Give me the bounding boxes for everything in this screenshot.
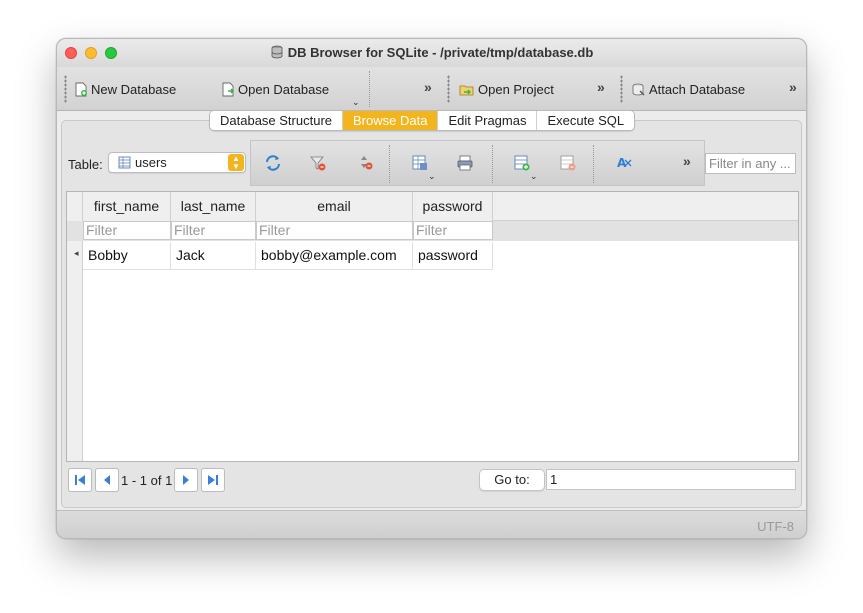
- last-page-button[interactable]: [201, 468, 225, 492]
- status-bar: UTF-8: [57, 510, 806, 538]
- attach-database-button[interactable]: Attach Database: [631, 80, 745, 98]
- toolbar-separator: [593, 145, 594, 183]
- selected-table-value: users: [135, 155, 167, 170]
- attach-database-label: Attach Database: [649, 82, 745, 97]
- toolbar-overflow-2[interactable]: »: [597, 79, 602, 95]
- toolbar-overflow-1[interactable]: »: [424, 79, 429, 95]
- main-toolbar: New Database Open Database ⌄ » Open Proj…: [57, 67, 806, 111]
- first-page-button[interactable]: [68, 468, 92, 492]
- previous-page-button[interactable]: [95, 468, 119, 492]
- svg-text:A: A: [617, 156, 627, 170]
- tab-database-structure[interactable]: Database Structure: [210, 111, 343, 130]
- insert-record-icon[interactable]: [513, 154, 531, 172]
- last-page-icon: [207, 474, 219, 486]
- current-row-indicator: ◂: [74, 248, 79, 259]
- filter-in-any-column-input[interactable]: Filter in any ...: [705, 153, 796, 174]
- clear-filters-icon[interactable]: [309, 154, 327, 172]
- toolbar-grip[interactable]: [447, 75, 450, 103]
- open-database-icon: [221, 82, 235, 97]
- column-filter-input[interactable]: Filter: [171, 221, 256, 240]
- column-header[interactable]: email: [256, 192, 413, 221]
- window-title-text: DB Browser for SQLite - /private/tmp/dat…: [288, 45, 594, 60]
- select-arrows-icon: ▲▼: [228, 154, 244, 171]
- title-bar: DB Browser for SQLite - /private/tmp/dat…: [57, 39, 806, 67]
- browse-toolbar: ⌄ ⌄ A »: [250, 140, 705, 186]
- table-label: Table:: [68, 157, 103, 172]
- clear-sort-icon[interactable]: [357, 154, 375, 172]
- table-cell[interactable]: Jack: [171, 242, 256, 270]
- open-database-dropdown[interactable]: ⌄: [352, 97, 360, 108]
- toolbar-grip[interactable]: [620, 75, 623, 103]
- insert-record-dropdown[interactable]: ⌄: [530, 171, 538, 182]
- open-project-label: Open Project: [478, 82, 554, 97]
- page-range-text: 1 - 1 of 1: [121, 473, 172, 488]
- toolbar-separator: [492, 145, 493, 183]
- column-header-row: first_name last_name email password: [83, 192, 493, 221]
- find-replace-icon[interactable]: A: [615, 154, 633, 172]
- table-row[interactable]: Bobby Jack bobby@example.com password: [83, 242, 493, 270]
- column-header[interactable]: last_name: [171, 192, 256, 221]
- new-database-icon: [74, 82, 88, 97]
- new-database-label: New Database: [91, 82, 176, 97]
- table-select[interactable]: users ▲▼: [108, 152, 246, 173]
- go-to-button[interactable]: Go to:: [479, 469, 545, 491]
- table-cell[interactable]: Bobby: [83, 242, 171, 270]
- attach-database-icon: [631, 82, 646, 97]
- open-database-button[interactable]: Open Database: [221, 80, 329, 98]
- tab-execute-sql[interactable]: Execute SQL: [537, 111, 634, 130]
- print-icon[interactable]: [456, 154, 474, 172]
- toolbar-separator: [369, 71, 370, 107]
- column-filter-input[interactable]: Filter: [83, 221, 171, 240]
- toolbar-grip[interactable]: [64, 75, 67, 103]
- encoding-status: UTF-8: [757, 519, 794, 534]
- toolbar-separator: [389, 145, 390, 183]
- go-to-input[interactable]: 1: [546, 469, 796, 490]
- tab-edit-pragmas[interactable]: Edit Pragmas: [438, 111, 537, 130]
- toolbar-overflow-3[interactable]: »: [789, 79, 794, 95]
- next-page-icon: [180, 474, 192, 486]
- column-header[interactable]: password: [413, 192, 493, 221]
- table-icon: [118, 156, 131, 169]
- column-filter-input[interactable]: Filter: [413, 221, 493, 240]
- previous-page-icon: [101, 474, 113, 486]
- window-title: DB Browser for SQLite - /private/tmp/dat…: [57, 45, 806, 60]
- save-table-icon[interactable]: [411, 154, 429, 172]
- open-project-button[interactable]: Open Project: [459, 80, 554, 98]
- refresh-icon[interactable]: [264, 154, 282, 172]
- new-database-button[interactable]: New Database: [74, 80, 176, 98]
- delete-record-icon[interactable]: [559, 154, 577, 172]
- column-filter-input[interactable]: Filter: [256, 221, 413, 240]
- open-database-label: Open Database: [238, 82, 329, 97]
- data-grid: first_name last_name email password Filt…: [66, 191, 799, 462]
- column-header[interactable]: first_name: [83, 192, 171, 221]
- main-tab-bar: Database Structure Browse Data Edit Prag…: [209, 110, 635, 131]
- first-page-icon: [74, 474, 86, 486]
- tab-browse-data[interactable]: Browse Data: [343, 111, 438, 130]
- save-table-dropdown[interactable]: ⌄: [428, 171, 436, 182]
- database-icon: [270, 45, 284, 59]
- open-project-icon: [459, 82, 475, 97]
- filter-row: Filter Filter Filter Filter: [83, 221, 493, 241]
- table-cell[interactable]: bobby@example.com: [256, 242, 413, 270]
- browse-toolbar-overflow[interactable]: »: [683, 153, 688, 169]
- app-window: DB Browser for SQLite - /private/tmp/dat…: [56, 38, 807, 539]
- next-page-button[interactable]: [174, 468, 198, 492]
- table-cell[interactable]: password: [413, 242, 493, 270]
